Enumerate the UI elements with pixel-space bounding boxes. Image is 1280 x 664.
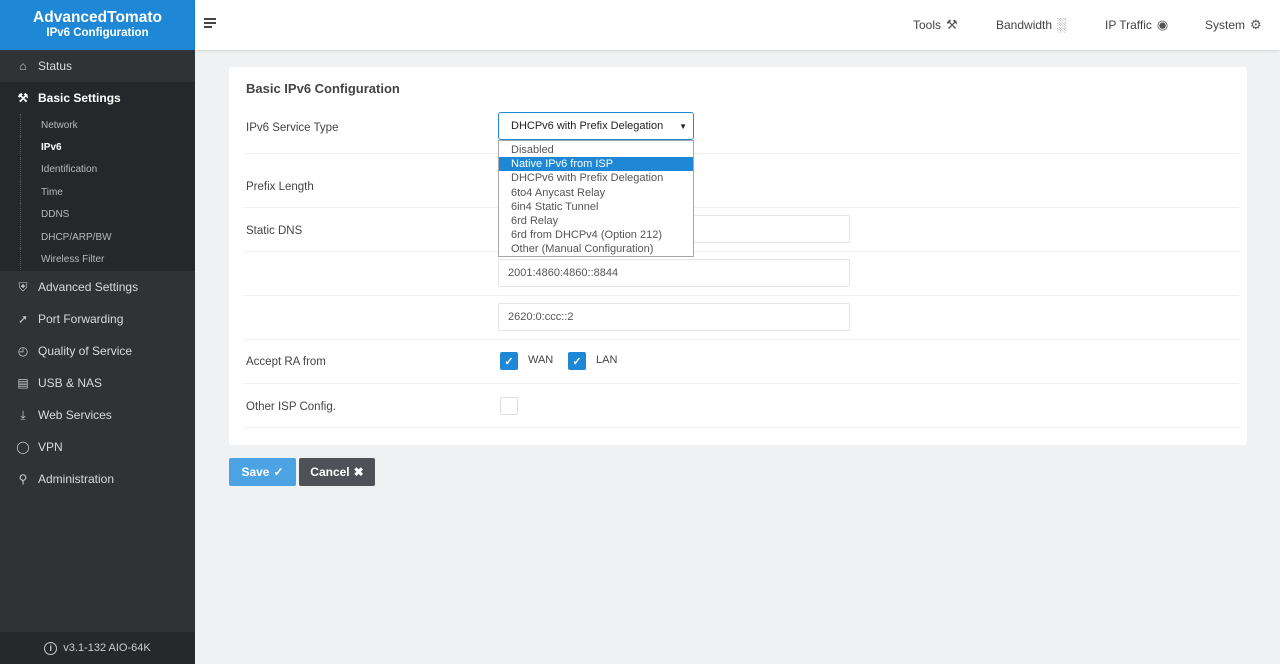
dropdown-option[interactable]: 6rd Relay: [499, 214, 693, 228]
sidebar-item-basic-settings[interactable]: ⚒ Basic Settings: [0, 82, 195, 114]
tools-icon: ⚒: [17, 91, 29, 105]
topbar-link-label: Tools: [913, 18, 942, 32]
close-icon: ✖: [353, 465, 364, 479]
save-button[interactable]: Save ✓: [229, 458, 296, 486]
globe-icon: ◉: [1156, 17, 1169, 32]
sidebar: AdvancedTomato IPv6 Configuration ⌂ Stat…: [0, 0, 195, 664]
static-dns-input-2[interactable]: 2001:4860:4860::8844: [498, 259, 850, 287]
service-type-label: IPv6 Service Type: [246, 122, 339, 134]
globe-icon: ◯: [16, 440, 30, 454]
other-isp-checkbox[interactable]: [500, 397, 518, 415]
dropdown-option[interactable]: 6to4 Anycast Relay: [499, 186, 693, 200]
check-icon: ✓: [273, 465, 284, 479]
sidebar-item-quality-of-service[interactable]: ◴ Quality of Service: [0, 335, 195, 367]
dropdown-option[interactable]: DHCPv6 with Prefix Delegation: [499, 171, 693, 185]
topbar-link-system[interactable]: System ⚙: [1205, 17, 1262, 33]
gears-icon: ⚙: [1250, 17, 1262, 32]
row-divider: [244, 251, 1239, 252]
topbar-link-tools[interactable]: Tools ⚒: [913, 17, 958, 33]
row-divider: [244, 383, 1239, 384]
version-footer: i v3.1-132 AIO-64K: [0, 632, 195, 664]
version-text: v3.1-132 AIO-64K: [63, 642, 151, 654]
sidebar-item-label: Basic Settings: [38, 91, 121, 105]
sidebar-item-vpn[interactable]: ◯ VPN: [0, 431, 195, 463]
sidebar-item-port-forwarding[interactable]: ➚ Port Forwarding: [0, 303, 195, 335]
accept-ra-wan-checkbox[interactable]: ✓: [500, 352, 518, 370]
sidebar-item-status[interactable]: ⌂ Status: [0, 50, 195, 82]
dropdown-arrow-icon: ▼: [679, 122, 687, 131]
basic-settings-submenu: Network IPv6 Identification Time DDNS DH…: [0, 114, 195, 271]
menu-toggle-icon[interactable]: [204, 18, 216, 30]
brand-header[interactable]: AdvancedTomato IPv6 Configuration: [0, 0, 195, 50]
dropdown-option-highlighted[interactable]: Native IPv6 from ISP: [499, 157, 693, 172]
ipv6-config-panel: Basic IPv6 Configuration IPv6 Service Ty…: [229, 67, 1247, 445]
sidebar-item-label: Quality of Service: [38, 344, 133, 358]
dropdown-option[interactable]: Disabled: [499, 143, 693, 157]
sidebar-item-label: USB & NAS: [38, 376, 103, 390]
sidebar-item-label: Port Forwarding: [38, 312, 124, 326]
topbar-link-bandwidth[interactable]: Bandwidth ░: [996, 17, 1066, 32]
forward-arrow-icon: ➚: [17, 312, 29, 326]
shield-icon: ⛨: [18, 279, 28, 294]
sidebar-item-label: Web Services: [38, 408, 112, 422]
topbar-link-label: System: [1205, 18, 1246, 32]
brand-subtitle: IPv6 Configuration: [46, 27, 149, 39]
home-icon: ⌂: [19, 59, 27, 73]
wrench-icon: ⚲: [18, 472, 28, 486]
sidebar-item-label: Status: [38, 59, 73, 73]
accept-ra-label: Accept RA from: [246, 356, 326, 368]
sidebar-item-label: Advanced Settings: [38, 280, 139, 294]
row-divider: [244, 153, 1239, 154]
row-divider: [244, 207, 1239, 208]
prefix-length-label: Prefix Length: [246, 181, 314, 193]
submenu-item-wireless-filter[interactable]: Wireless Filter: [20, 248, 190, 270]
dropdown-option[interactable]: 6in4 Static Tunnel: [499, 200, 693, 214]
service-type-select[interactable]: DHCPv6 with Prefix Delegation ▼: [498, 112, 694, 140]
brand-title: AdvancedTomato: [33, 9, 162, 26]
row-divider: [244, 339, 1239, 340]
drive-icon: ▤: [17, 376, 29, 390]
topbar-link-label: Bandwidth: [996, 17, 1053, 32]
static-dns-label: Static DNS: [246, 225, 303, 237]
cancel-button[interactable]: Cancel ✖: [299, 458, 375, 486]
save-button-label: Save: [241, 465, 270, 479]
top-bar: Tools ⚒ Bandwidth ░ IP Traffic ◉ System …: [195, 0, 1280, 50]
tools-icon: ⚒: [946, 17, 958, 32]
submenu-item-dhcp-arp-bw[interactable]: DHCP/ARP/BW: [20, 226, 190, 248]
gauge-icon: ◴: [17, 344, 29, 358]
panel-title: Basic IPv6 Configuration: [246, 81, 400, 96]
other-isp-label: Other ISP Config.: [246, 401, 336, 413]
service-type-dropdown: Disabled Native IPv6 from ISP DHCPv6 wit…: [498, 140, 694, 257]
row-divider: [244, 295, 1239, 296]
sidebar-item-administration[interactable]: ⚲ Administration: [0, 463, 195, 495]
static-dns-input-3[interactable]: 2620:0:ccc::2: [498, 303, 850, 331]
bar-chart-icon: ░: [1057, 17, 1067, 32]
accept-ra-wan-label: WAN: [528, 354, 554, 366]
cancel-button-label: Cancel: [310, 465, 350, 479]
download-icon: ⤓: [20, 407, 26, 422]
submenu-item-time[interactable]: Time: [20, 181, 190, 203]
sidebar-item-label: Administration: [38, 472, 115, 486]
dropdown-option[interactable]: Other (Manual Configuration): [499, 242, 693, 256]
submenu-item-ipv6[interactable]: IPv6: [20, 136, 190, 158]
topbar-link-label: IP Traffic: [1105, 18, 1152, 32]
dropdown-option[interactable]: 6rd from DHCPv4 (Option 212): [499, 228, 693, 242]
sidebar-item-web-services[interactable]: ⤓ Web Services: [0, 399, 195, 431]
topbar-link-ip-traffic[interactable]: IP Traffic ◉: [1105, 17, 1168, 33]
row-divider: [244, 427, 1239, 428]
accept-ra-lan-label: LAN: [596, 354, 618, 366]
sidebar-item-advanced-settings[interactable]: ⛨ Advanced Settings: [0, 271, 195, 303]
sidebar-item-usb-nas[interactable]: ▤ USB & NAS: [0, 367, 195, 399]
submenu-item-network[interactable]: Network: [20, 114, 190, 136]
sidebar-item-label: VPN: [38, 440, 63, 454]
service-type-selected-value: DHCPv6 with Prefix Delegation: [511, 120, 664, 132]
info-icon: i: [44, 641, 58, 655]
submenu-item-ddns[interactable]: DDNS: [20, 203, 190, 225]
accept-ra-lan-checkbox[interactable]: ✓: [568, 352, 586, 370]
submenu-item-identification[interactable]: Identification: [20, 158, 190, 180]
